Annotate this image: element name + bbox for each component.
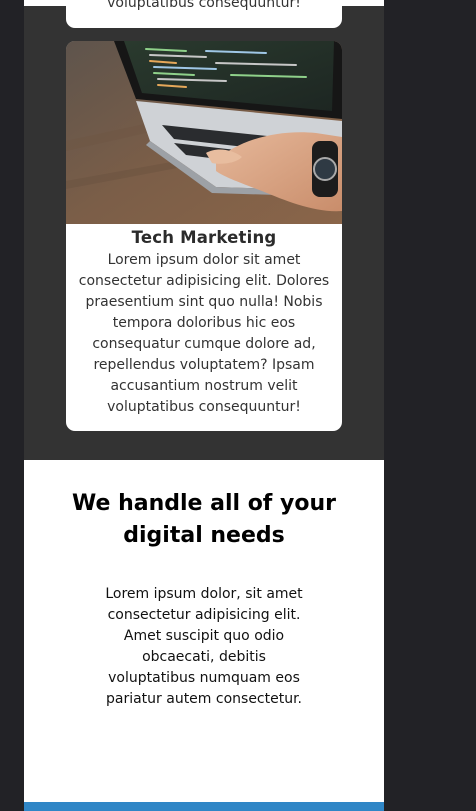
section-description: Lorem ipsum dolor, sit amet consectetur … [105,586,303,707]
services-section: voluptatibus consequuntur! Tech Marketin… [24,0,384,460]
accent-bar [24,802,384,811]
page-viewport: voluptatibus consequuntur! Tech Marketin… [24,0,384,811]
digital-needs-section: We handle all of your digital needs Lore… [24,460,384,802]
service-card-text: Lorem ipsum dolor sit amet consectetur a… [78,252,330,415]
service-card-title: Tech Marketing [131,228,277,247]
service-card-text: voluptatibus consequuntur! [107,0,301,11]
service-card-tech-marketing: Tech Marketing Lorem ipsum dolor sit ame… [66,41,342,431]
laptop-coding-photo [66,41,342,224]
section-heading: We handle all of your digital needs [72,491,336,548]
service-card-previous: voluptatibus consequuntur! [66,0,342,28]
